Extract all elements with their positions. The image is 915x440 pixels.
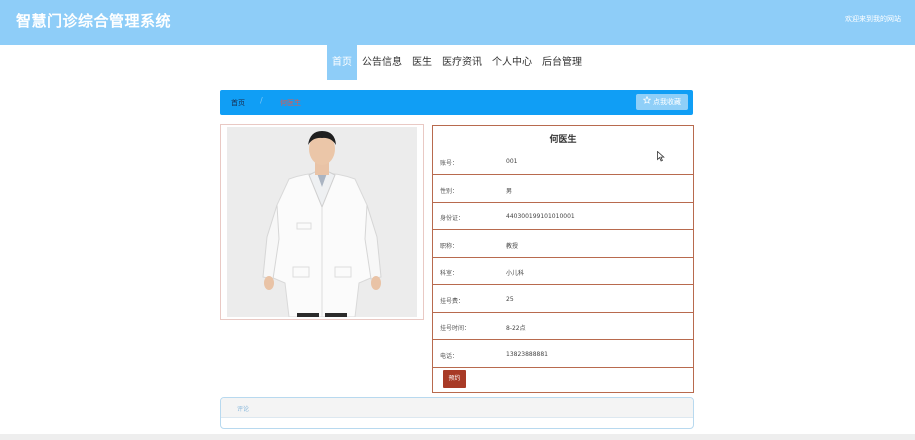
nav-item-announcements[interactable]: 公告信息 [357, 45, 407, 80]
info-label: 身份证： [440, 215, 465, 222]
book-appointment-button[interactable]: 预约 [443, 370, 466, 388]
site-title: 智慧门诊综合管理系统 [16, 12, 172, 30]
nav-item-admin[interactable]: 后台管理 [537, 45, 587, 80]
comment-section: 评论 [220, 397, 694, 429]
info-row-department: 科室： 小儿科 [433, 257, 693, 285]
info-row-phone: 电话： 13823888881 [433, 340, 693, 368]
info-value: 13823888881 [506, 351, 548, 358]
info-value: 教授 [506, 243, 519, 250]
favorite-button[interactable]: 点我收藏 [636, 94, 688, 110]
info-value: 8-22点 [506, 325, 526, 332]
nav-item-doctors[interactable]: 医生 [407, 45, 437, 80]
page-bottom-divider [0, 434, 915, 440]
star-outline-icon [642, 94, 652, 110]
breadcrumb: 首页 / 何医生 点我收藏 [220, 90, 693, 115]
info-value: 小儿科 [506, 270, 525, 277]
info-label: 性别： [440, 188, 459, 195]
mouse-cursor-icon [657, 147, 665, 166]
info-row-fee: 挂号费： 25 [433, 285, 693, 313]
info-row-hours: 挂号时间： 8-22点 [433, 312, 693, 340]
doctor-photo [227, 127, 417, 317]
nav-item-home[interactable]: 首页 [327, 45, 357, 80]
info-value: 001 [506, 158, 518, 165]
doctor-info-panel: 何医生 账号： 001 性别： 男 身份证： 44030019910101000… [432, 125, 694, 393]
nav-item-medical-news[interactable]: 医疗资讯 [437, 45, 487, 80]
info-label: 职称： [440, 243, 459, 250]
info-value: 440300199101010001 [506, 213, 575, 220]
main-nav: 首页 公告信息 医生 医疗资讯 个人中心 后台管理 [327, 45, 587, 80]
comment-label: 评论 [237, 406, 250, 413]
breadcrumb-home-link[interactable]: 首页 [231, 98, 245, 108]
breadcrumb-separator: / [260, 96, 263, 105]
info-label: 电话： [440, 353, 459, 360]
doctor-name: 何医生 [549, 135, 577, 145]
info-label: 挂号时间： [440, 325, 471, 332]
info-label: 挂号费： [440, 298, 465, 305]
comment-header: 评论 [221, 398, 693, 418]
header-bar: 智慧门诊综合管理系统 欢迎来到我的网站 [0, 0, 915, 45]
welcome-text: 欢迎来到我的网站 [845, 15, 901, 23]
info-label: 账号： [440, 160, 459, 167]
breadcrumb-current: 何医生 [280, 99, 301, 107]
nav-item-personal-center[interactable]: 个人中心 [487, 45, 537, 80]
info-row-title: 职称： 教授 [433, 230, 693, 258]
info-row-gender: 性别： 男 [433, 175, 693, 203]
info-row-id-card: 身份证： 440300199101010001 [433, 202, 693, 230]
info-value: 25 [506, 296, 514, 303]
doctor-photo-frame [220, 124, 424, 320]
info-value: 男 [506, 188, 513, 195]
info-label: 科室： [440, 270, 459, 277]
favorite-button-label: 点我收藏 [653, 98, 681, 106]
info-row-account: 账号： 001 [433, 147, 693, 175]
